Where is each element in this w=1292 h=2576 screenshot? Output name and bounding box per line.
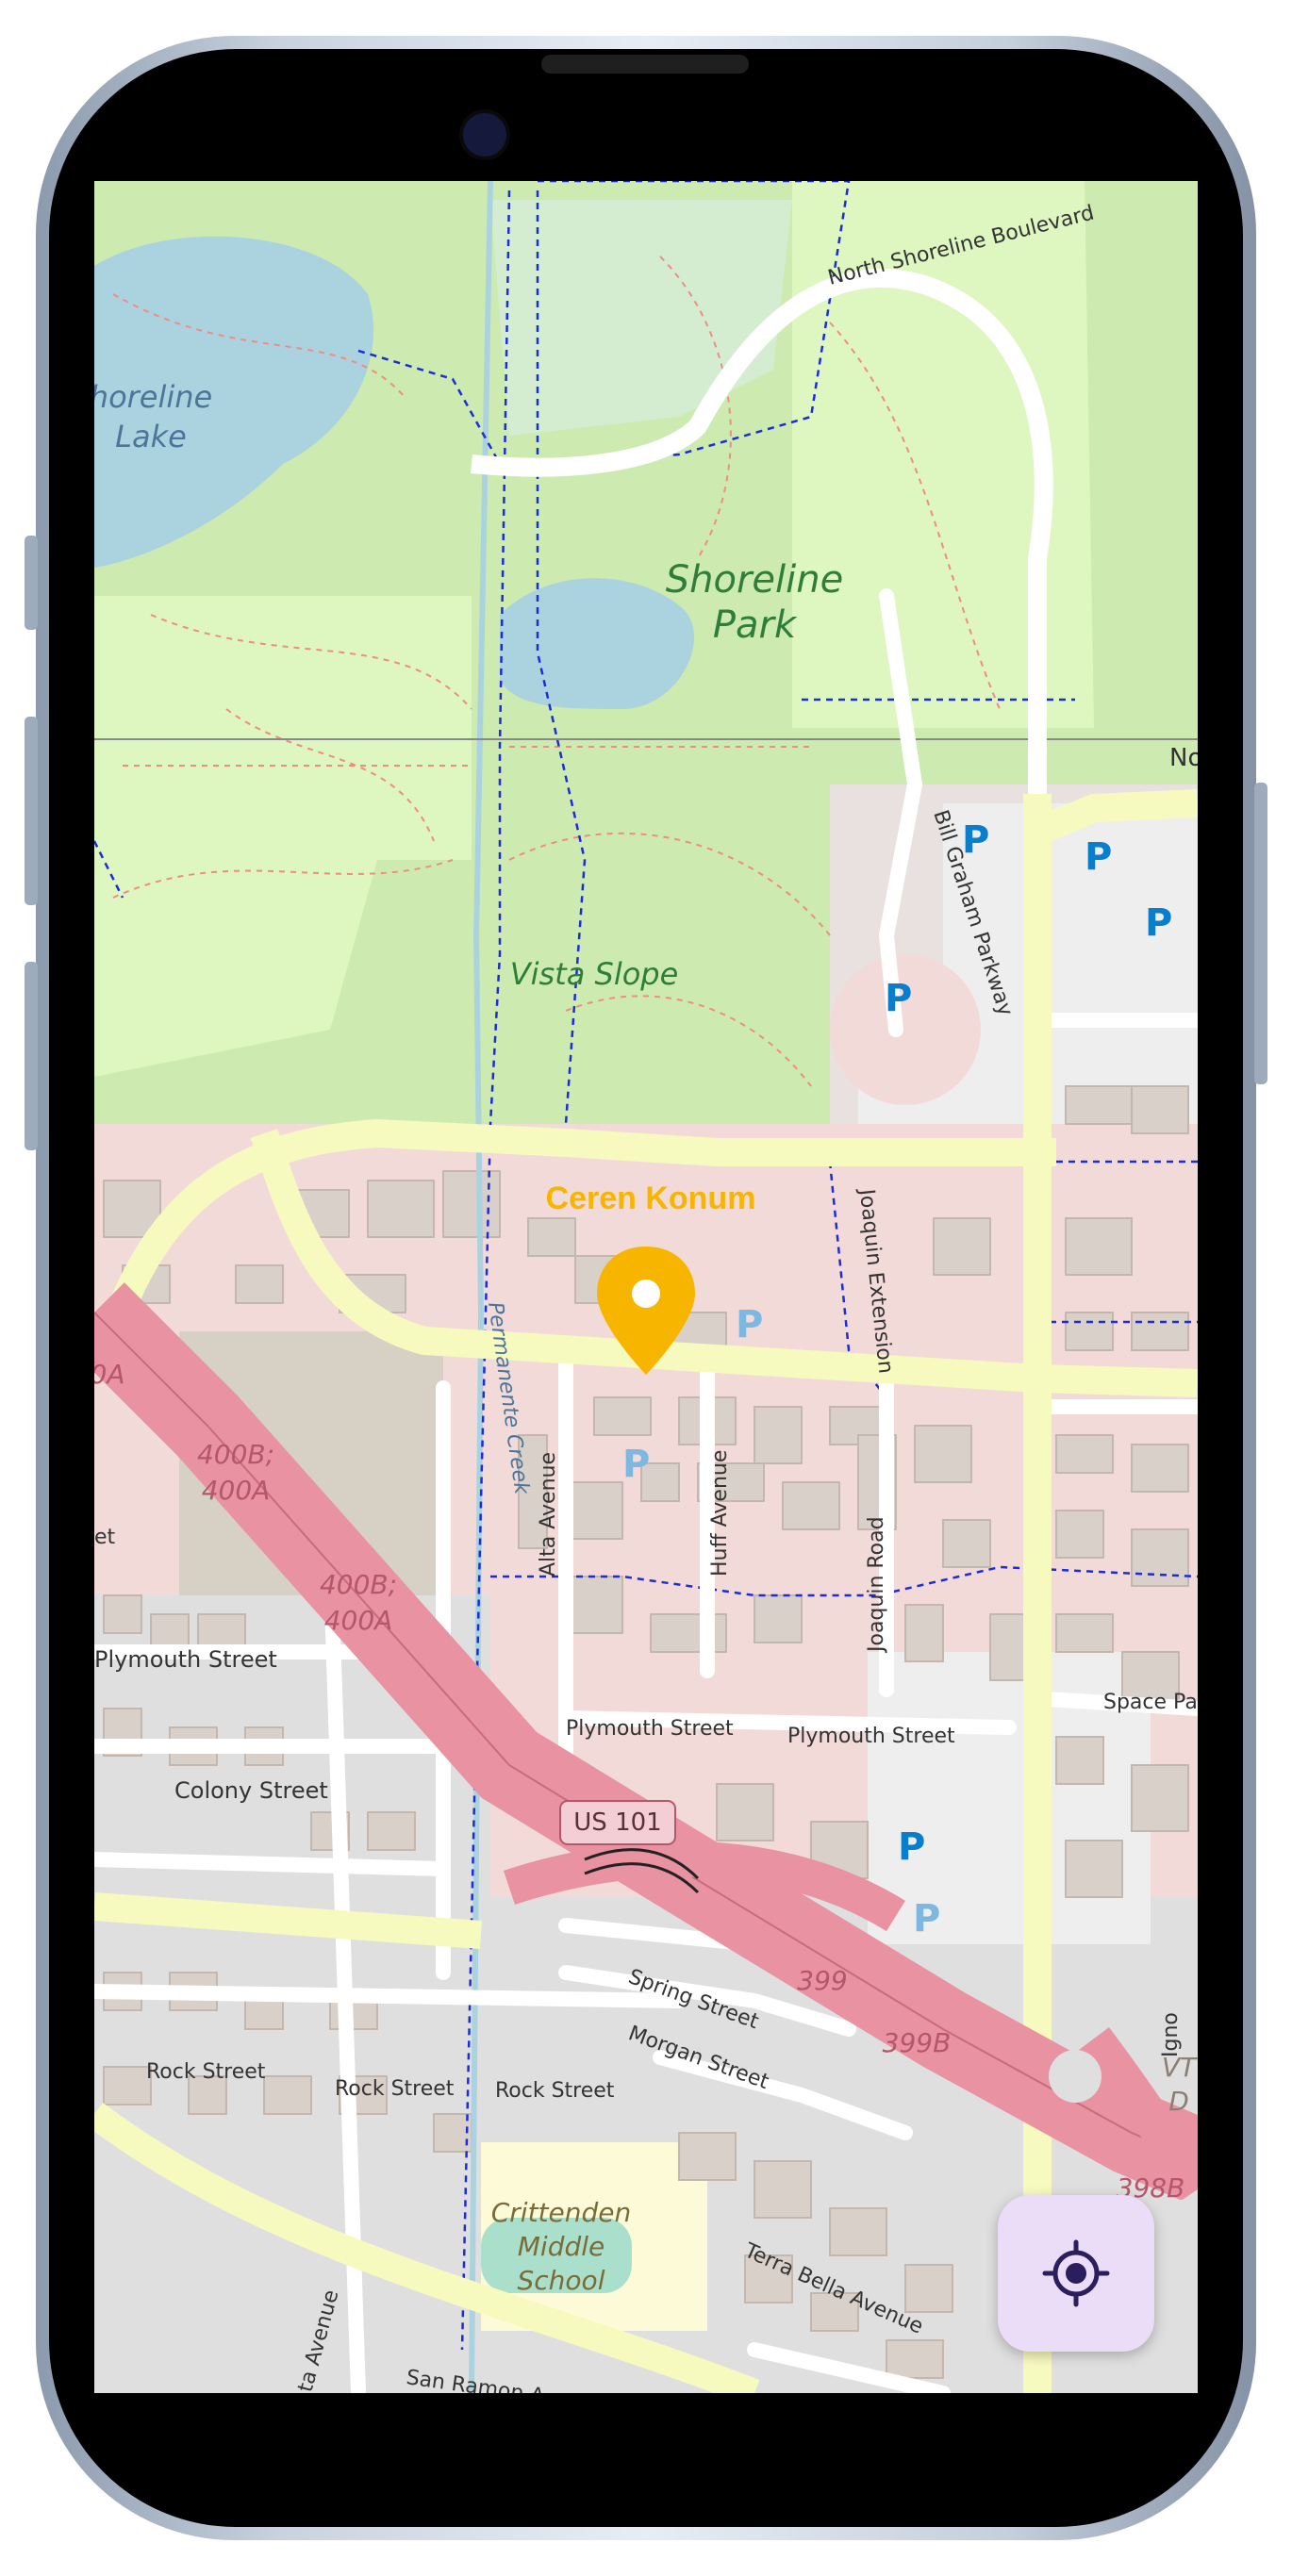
- mute-switch: [25, 536, 38, 630]
- street-label: Plymouth Street: [787, 1725, 955, 1748]
- parking-icon: P: [913, 1897, 940, 1940]
- exit-label: 399B: [883, 2027, 952, 2058]
- parking-icon: P: [622, 1443, 650, 1486]
- street-label: Rock Street: [335, 2077, 455, 2101]
- exit-label: 400B;: [320, 1569, 397, 1600]
- parking-icon: P: [1145, 901, 1172, 945]
- street-label: Rock Street: [495, 2079, 615, 2103]
- us-101-label: US 101: [573, 1808, 661, 1837]
- parking-icon: P: [898, 1825, 925, 1869]
- lake-label: horeline: [94, 379, 212, 415]
- street-label: Igno: [1159, 2012, 1183, 2057]
- parking-icon: P: [885, 977, 912, 1020]
- street-label: et: [94, 1526, 116, 1549]
- place-label: D: [1168, 2086, 1189, 2117]
- exit-label: 0A: [94, 1359, 124, 1390]
- street-label: No: [1169, 744, 1198, 772]
- school-label: Middle: [518, 2231, 605, 2262]
- exit-label: 400B;: [197, 1439, 274, 1470]
- street-label: Plymouth Street: [94, 1646, 277, 1673]
- exit-label: 400A: [324, 1605, 393, 1636]
- street-label: Rock Street: [146, 2060, 266, 2084]
- parking-icon: P: [1085, 835, 1112, 879]
- school-label: Crittenden: [491, 2197, 632, 2228]
- street-label: Alta Avenue: [537, 1452, 560, 1577]
- location-marker-label: Ceren Konum: [545, 1181, 756, 1216]
- power-button: [1254, 783, 1267, 1084]
- street-label: Space Pa: [1103, 1691, 1198, 1714]
- front-camera: [459, 109, 510, 160]
- street-label: Plymouth Street: [566, 1717, 734, 1741]
- location-pin-dot: [632, 1280, 660, 1308]
- map-canvas[interactable]: US 101 P P P P P P P P horeline Lake Sho…: [94, 181, 1198, 2393]
- interchange-island: [1049, 2050, 1102, 2103]
- interchange-island: [970, 2146, 1019, 2195]
- speaker-grille: [541, 55, 749, 74]
- lake-label: Lake: [115, 419, 187, 454]
- school-label: School: [518, 2265, 605, 2296]
- crosshair-icon: [1042, 2239, 1110, 2307]
- exit-label: 400A: [202, 1475, 271, 1506]
- place-label: VT: [1162, 2052, 1198, 2083]
- map-view[interactable]: US 101 P P P P P P P P horeline Lake Sho…: [94, 181, 1198, 2393]
- street-label: Joaquin Road: [865, 1516, 888, 1654]
- volume-up-button: [25, 717, 38, 905]
- vista-slope-label: Vista Slope: [510, 956, 679, 992]
- parking-icon: P: [736, 1303, 763, 1346]
- volume-down-button: [25, 962, 38, 1150]
- street-label: Huff Avenue: [708, 1450, 732, 1577]
- exit-label: 399: [797, 1965, 847, 1996]
- park-label: Park: [713, 603, 798, 647]
- park-label: Shoreline: [666, 558, 843, 602]
- my-location-button[interactable]: [998, 2195, 1154, 2352]
- street-label: Colony Street: [174, 1777, 328, 1804]
